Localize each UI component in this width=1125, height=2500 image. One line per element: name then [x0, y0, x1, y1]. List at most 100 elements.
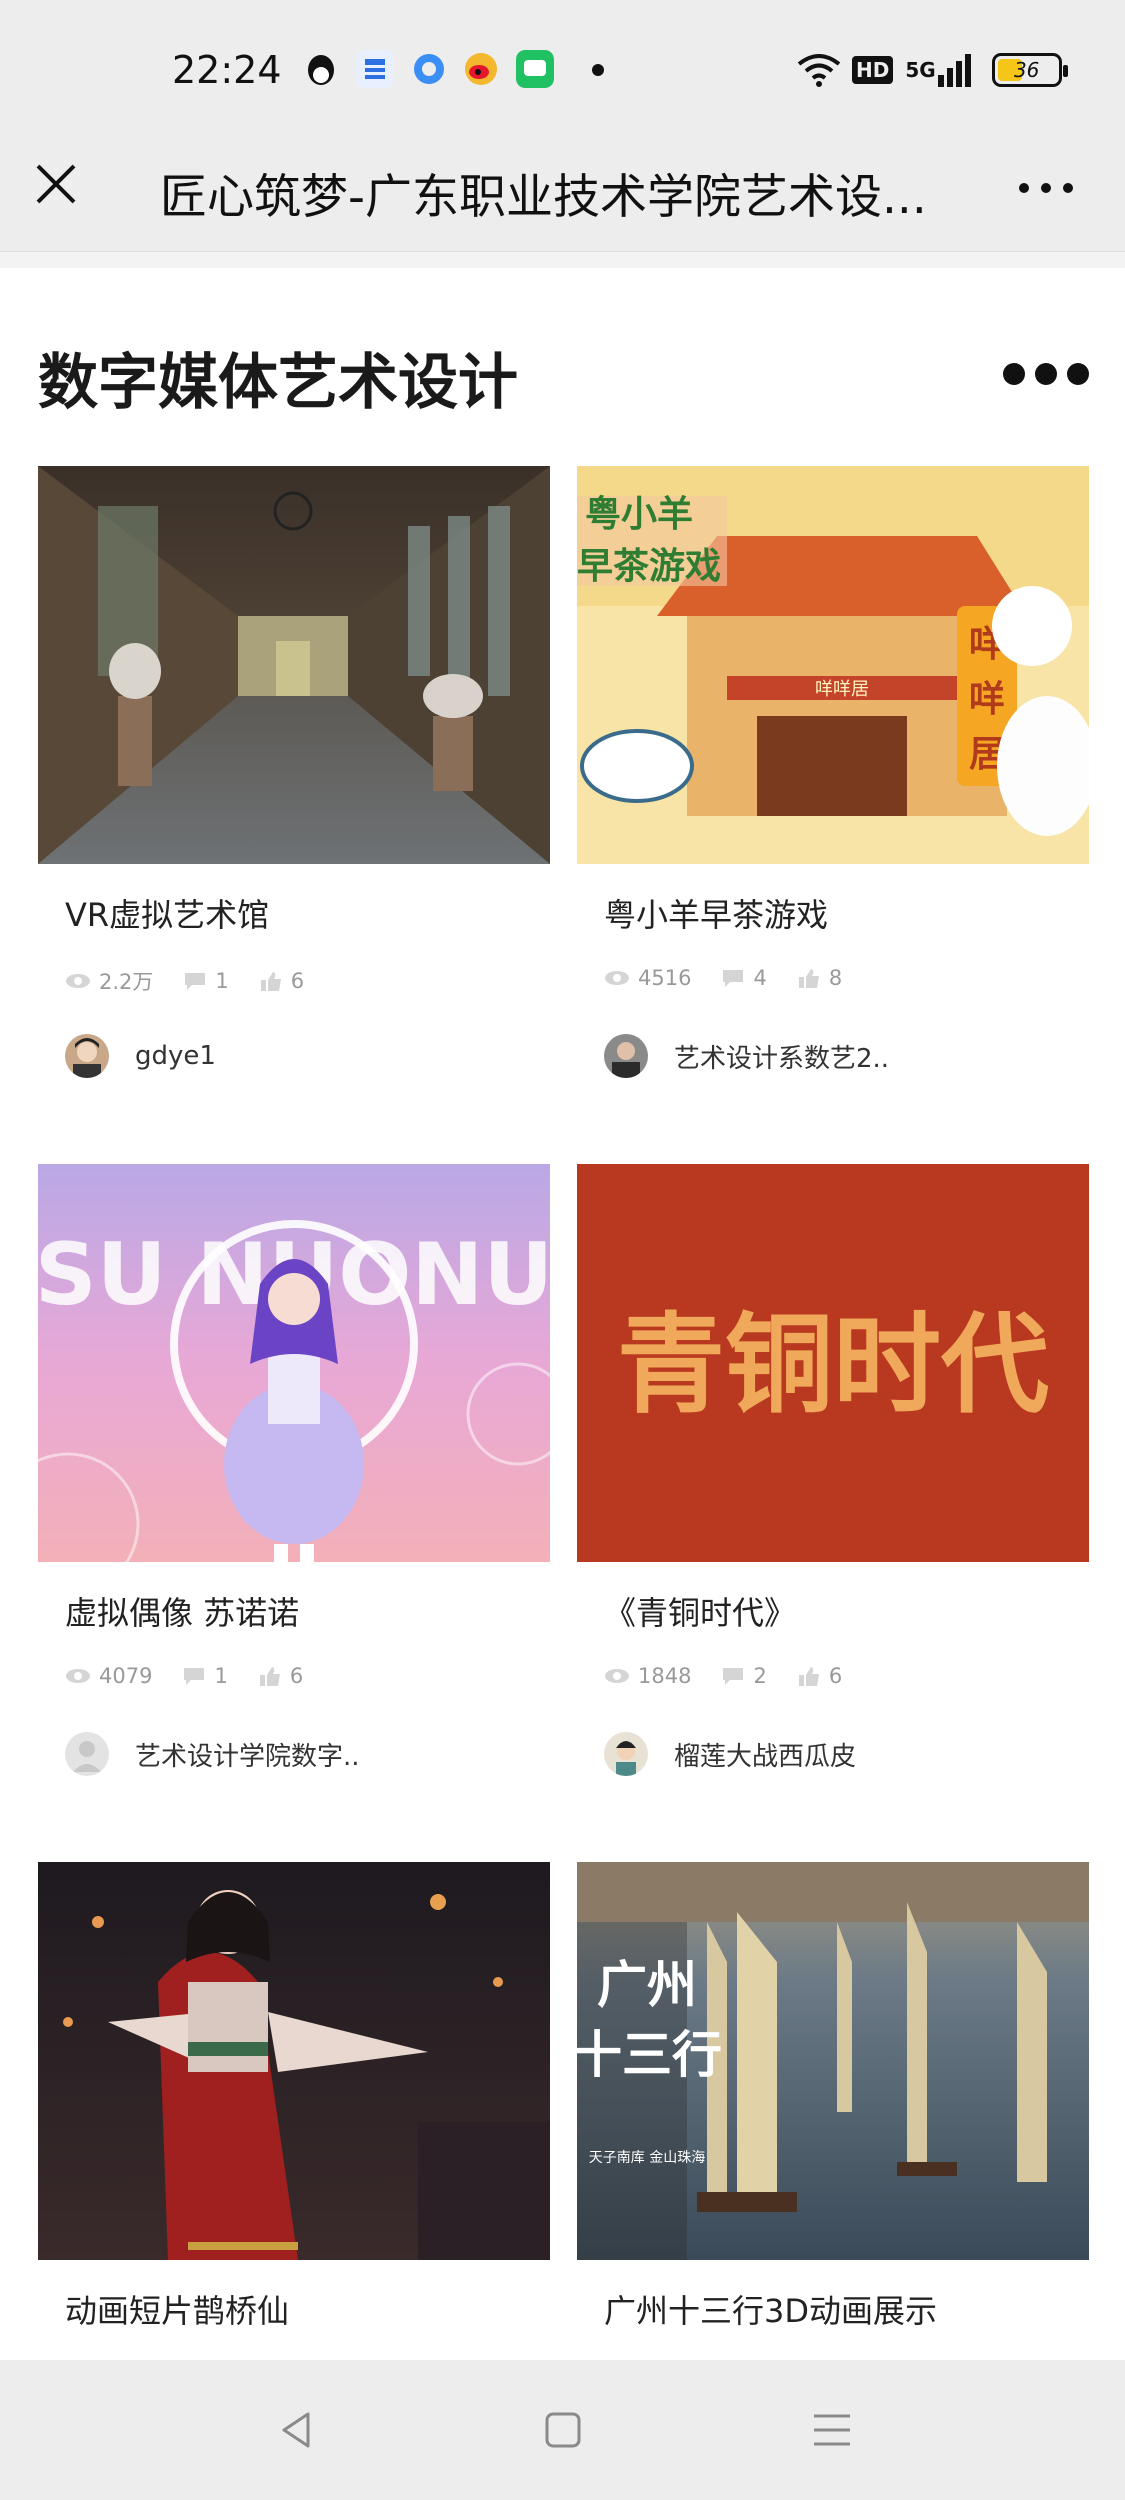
views-count: 2.2万 [99, 970, 154, 994]
artwork-card[interactable]: 动画短片鹊桥仙 [38, 1862, 550, 2360]
network-label: 5G [905, 58, 936, 82]
hd-badge: HD [852, 56, 894, 84]
card-thumbnail[interactable]: SU NUONU [38, 1164, 550, 1562]
comment-icon [723, 970, 744, 987]
avatar [604, 1732, 648, 1776]
comments-count: 1 [215, 969, 229, 993]
card-title: 粤小羊早茶游戏 [604, 896, 829, 934]
artwork-card[interactable]: 广州 十三行 天子南库 金山珠海 广州十三行3D动画展示 [577, 1862, 1089, 2360]
thumbnail-title-a: 广州 [597, 1956, 697, 2014]
thumbs-up-icon [259, 1667, 280, 1686]
app-blue-icon [356, 50, 394, 88]
likes-count: 6 [290, 969, 305, 993]
author-name: 艺术设计系数艺2.. [674, 1043, 890, 1074]
status-time: 22:24 [172, 48, 282, 92]
likes-stat: 6 [259, 969, 304, 993]
eye-icon [605, 1669, 629, 1683]
browser-icon [414, 54, 444, 84]
card-thumbnail[interactable]: 青铜时代 [577, 1164, 1089, 1562]
likes-count: 6 [289, 1664, 304, 1688]
card-stats: 1848 2 6 [604, 1664, 872, 1688]
avatar [604, 1034, 648, 1078]
likes-stat: 6 [258, 1664, 303, 1688]
card-title: VR虚拟艺术馆 [65, 896, 270, 934]
system-nav-bar [0, 2360, 1125, 2500]
avatar-placeholder [65, 1732, 109, 1776]
wifi-icon [797, 54, 841, 87]
card-author[interactable]: 艺术设计系数艺2.. [604, 1034, 889, 1078]
card-title: 虚拟偶像 苏诺诺 [65, 1594, 300, 1632]
comments-stat: 1 [183, 969, 229, 993]
card-title: 动画短片鹊桥仙 [65, 2292, 290, 2330]
comment-icon [184, 1668, 205, 1685]
nav-bar: 匠心筑梦-广东职业技术学院艺术设... [0, 140, 1125, 252]
section-more-icon[interactable] [1002, 362, 1090, 386]
eye-icon [66, 974, 90, 988]
views-count: 4516 [638, 966, 692, 990]
content-area[interactable]: 数字媒体艺术设计 VR虚拟艺术馆 2.2万 1 6 gdye1 咩咩居 粤小羊 … [0, 268, 1125, 2360]
thumbnail-title: 青铜时代 [617, 1302, 1049, 1428]
views-stat: 4516 [604, 966, 691, 990]
thumbnail-title-b: 十三行 [577, 2026, 722, 2084]
notification-dot [592, 64, 604, 76]
card-title: 广州十三行3D动画展示 [604, 2292, 938, 2330]
card-author[interactable]: gdye1 [65, 1034, 216, 1078]
card-stats: 4079 1 6 [65, 1664, 333, 1688]
card-author[interactable]: 榴莲大战西瓜皮 [604, 1732, 856, 1776]
likes-count: 8 [828, 966, 843, 990]
comment-icon [185, 973, 206, 990]
comments-count: 1 [214, 1664, 228, 1688]
menu-icon[interactable] [810, 2408, 854, 2452]
views-stat: 2.2万 [65, 966, 153, 996]
card-title: 《青铜时代》 [604, 1594, 797, 1632]
card-thumbnail[interactable] [38, 466, 550, 864]
eye-icon [66, 1669, 90, 1683]
thumbs-up-icon [260, 972, 281, 991]
avatar [65, 1034, 109, 1078]
eye-icon [605, 971, 629, 985]
qq-penguin-icon [308, 55, 334, 85]
divider [0, 252, 1125, 268]
thumbnail-subtitle: 天子南库 金山珠海 [589, 2150, 705, 2166]
status-bar: 22:24 HD 5G 36 [0, 0, 1125, 140]
author-name: gdye1 [135, 1041, 216, 1071]
thumbs-up-icon [798, 969, 819, 988]
author-name: 榴莲大战西瓜皮 [674, 1741, 857, 1772]
artwork-card[interactable]: SU NUONU 虚拟偶像 苏诺诺 4079 1 6 艺术设计学院数字.. [38, 1164, 550, 1864]
more-icon[interactable] [1018, 180, 1074, 196]
thumbs-up-icon [798, 1667, 819, 1686]
section-title: 数字媒体艺术设计 [38, 348, 518, 418]
comments-count: 4 [753, 966, 767, 990]
card-stats: 2.2万 1 6 [65, 966, 334, 996]
card-author[interactable]: 艺术设计学院数字.. [65, 1732, 360, 1776]
weibo-icon [465, 53, 497, 85]
views-count: 1848 [638, 1664, 692, 1688]
artwork-card[interactable]: 青铜时代 《青铜时代》 1848 2 6 榴莲大战西瓜皮 [577, 1164, 1089, 1864]
wechat-work-icon [516, 50, 554, 88]
author-name: 艺术设计学院数字.. [135, 1741, 360, 1772]
artwork-card[interactable]: 咩咩居 粤小羊 早茶游戏 咩 咩 居 粤小羊早茶游戏 4516 4 8 艺术设计… [577, 466, 1089, 1166]
likes-count: 6 [828, 1664, 843, 1688]
card-thumbnail[interactable]: 广州 十三行 天子南库 金山珠海 [577, 1862, 1089, 2260]
comments-stat: 4 [721, 966, 767, 990]
battery-icon: 36 [991, 53, 1068, 87]
comments-count: 2 [753, 1664, 767, 1688]
artwork-card[interactable]: VR虚拟艺术馆 2.2万 1 6 gdye1 [38, 466, 550, 1166]
card-thumbnail[interactable]: 咩咩居 粤小羊 早茶游戏 咩 咩 居 [577, 466, 1089, 864]
views-count: 4079 [99, 1664, 153, 1688]
views-stat: 1848 [604, 1664, 691, 1688]
comment-icon [723, 1668, 744, 1685]
signal-icon [937, 54, 971, 87]
comments-stat: 2 [721, 1664, 767, 1688]
home-icon[interactable] [541, 2408, 585, 2452]
back-icon[interactable] [274, 2408, 318, 2452]
likes-stat: 8 [797, 966, 842, 990]
card-stats: 4516 4 8 [604, 966, 872, 990]
thumbnail-title-b: 早茶游戏 [577, 546, 721, 587]
close-icon[interactable] [34, 162, 78, 206]
card-thumbnail[interactable] [38, 1862, 550, 2260]
battery-level: 36 [1013, 58, 1040, 82]
views-stat: 4079 [65, 1664, 152, 1688]
comments-stat: 1 [182, 1664, 228, 1688]
likes-stat: 6 [797, 1664, 842, 1688]
